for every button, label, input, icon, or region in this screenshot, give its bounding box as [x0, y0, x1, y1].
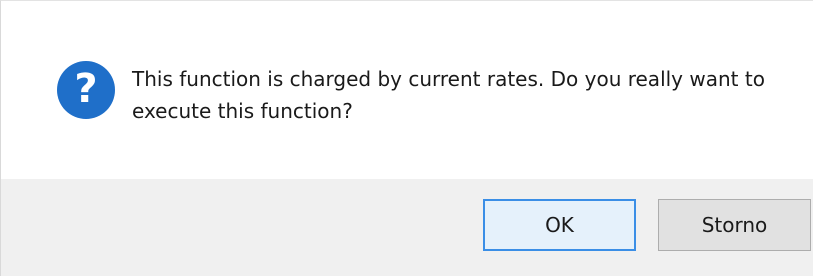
question-icon-glyph: ?	[74, 66, 98, 112]
question-icon: ?	[57, 61, 115, 119]
confirm-dialog: ? This function is charged by current ra…	[0, 0, 813, 276]
dialog-content: ? This function is charged by current ra…	[1, 1, 813, 179]
dialog-message: This function is charged by current rate…	[132, 67, 765, 123]
storno-button[interactable]: Storno	[658, 199, 811, 251]
ok-button[interactable]: OK	[483, 199, 636, 251]
